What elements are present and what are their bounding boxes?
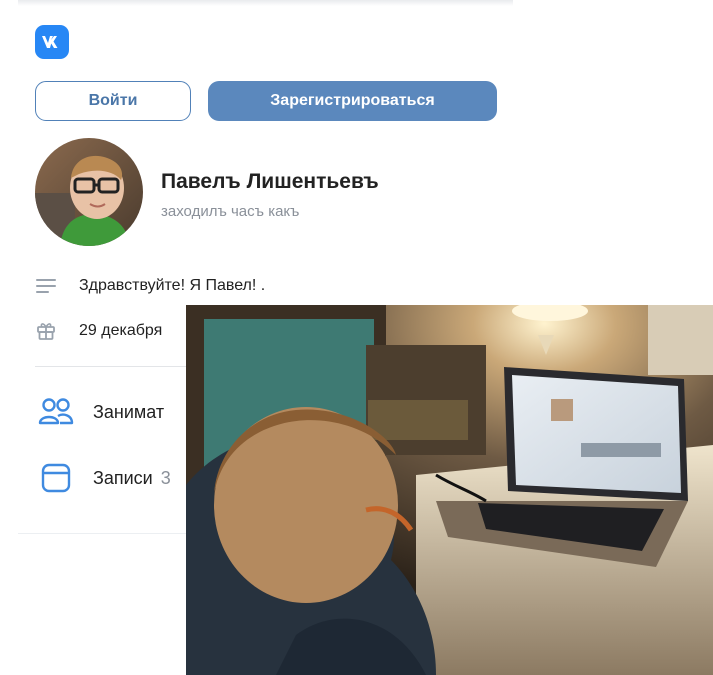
register-button[interactable]: Зарегистрироваться: [208, 81, 497, 121]
avatar[interactable]: [35, 138, 143, 246]
login-button[interactable]: Войти: [35, 81, 191, 121]
about-text: Здравствуйте! Я Павел! .: [79, 277, 266, 294]
nav-item-label: Занимат: [93, 401, 165, 422]
posts-count: 3: [160, 467, 171, 488]
last-seen-status: заходилъ часъ какъ: [161, 203, 300, 220]
birthday-text: 29 декабря: [79, 322, 163, 339]
gift-icon: [35, 320, 57, 342]
top-edge: [18, 0, 513, 6]
about-row: Здравствуйте! Я Павел! .: [35, 275, 265, 297]
posts-icon: [38, 460, 74, 496]
birthday-row: 29 декабря: [35, 320, 162, 342]
profile-name: Павелъ Лишентьевъ: [161, 170, 379, 193]
nav-item-posts[interactable]: Записи 3: [38, 460, 171, 496]
nav-item-interests[interactable]: Занимат: [38, 394, 164, 430]
friends-icon: [38, 394, 74, 430]
vk-logo-icon[interactable]: [35, 25, 69, 59]
boy-at-laptop-photo: [186, 305, 713, 675]
nav-item-label: Записи: [93, 467, 153, 488]
text-lines-icon: [35, 275, 57, 297]
